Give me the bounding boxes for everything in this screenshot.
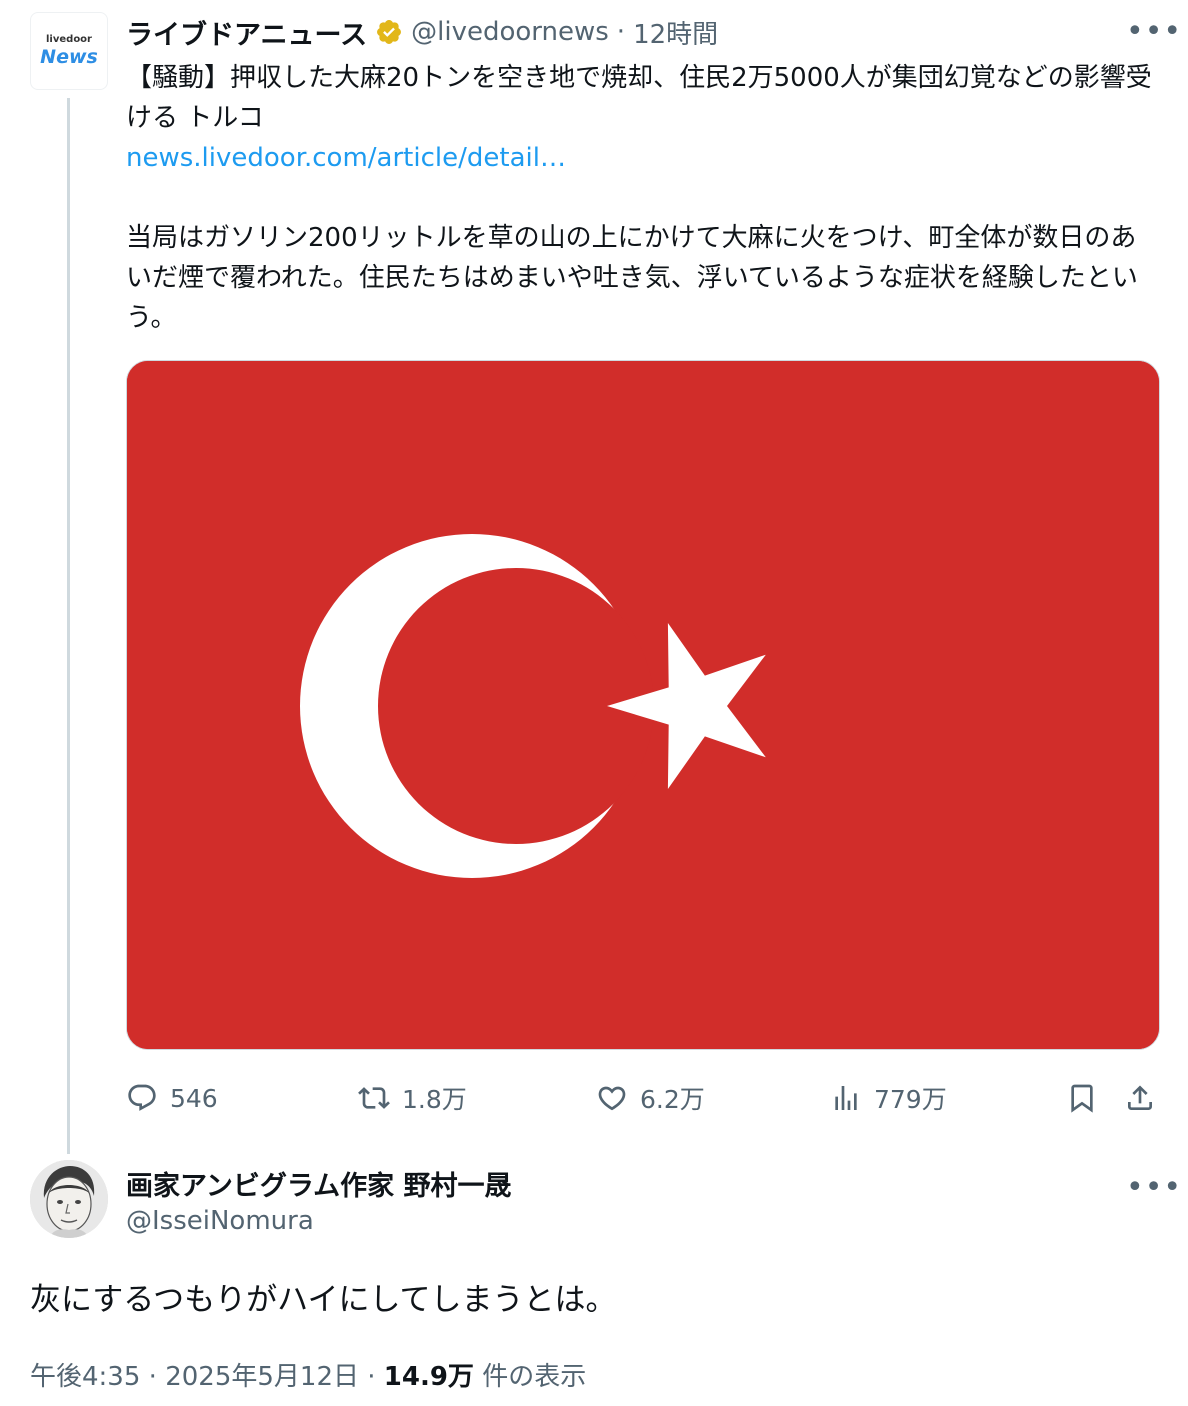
bookmark-button[interactable]	[1066, 1078, 1110, 1118]
parent-tweet-header: ライブドアニュース @livedoornews · 12時間	[126, 13, 718, 52]
reply-date[interactable]: 2025年5月12日	[165, 1362, 359, 1392]
tweet-action-bar: 546 1.8万 6.2万 779万	[126, 1078, 1160, 1118]
tweet-text-paragraph: 当局はガソリン200リットルを草の山の上にかけて大麻に火をつけ、町全体が数日のあ…	[126, 223, 1138, 333]
meta-separator: ·	[148, 1362, 157, 1392]
reply-tweet-text: 灰にするつもりがハイにしてしまうとは。	[30, 1282, 617, 1318]
livedoor-news-avatar[interactable]: livedoor News	[30, 12, 108, 90]
like-count: 6.2万	[640, 1085, 705, 1114]
reply-view-label: 件の表示	[482, 1362, 587, 1392]
parent-handle[interactable]: @livedoornews	[411, 17, 609, 47]
heart-icon	[598, 1086, 626, 1111]
like-button[interactable]: 6.2万	[596, 1078, 705, 1118]
reply-button[interactable]: 546	[126, 1078, 218, 1118]
share-icon	[1128, 1085, 1152, 1110]
reply-count: 546	[170, 1083, 218, 1113]
header-separator: ·	[616, 17, 626, 47]
analytics-icon	[835, 1086, 857, 1110]
avatar-text-news: News	[40, 46, 98, 68]
view-count: 779万	[874, 1085, 947, 1114]
retweet-button[interactable]: 1.8万	[358, 1078, 467, 1118]
reply-time[interactable]: 午後4:35	[30, 1362, 140, 1392]
parent-more-options-icon[interactable]: •••	[1126, 14, 1182, 49]
parent-display-name[interactable]: ライブドアニュース	[126, 13, 367, 52]
reply-display-name[interactable]: 画家アンビグラム作家 野村一晟	[126, 1164, 512, 1203]
meta-separator-2: ·	[367, 1362, 376, 1392]
parent-tweet-text: 【騒動】押収した大麻20トンを空き地で焼却、住民2万5000人が集団幻覚などの影…	[126, 58, 1156, 338]
turkish-flag-image	[127, 361, 1159, 1049]
verified-badge-icon	[377, 20, 402, 44]
isseinomura-avatar[interactable]	[30, 1160, 108, 1238]
portrait-sketch-image	[30, 1160, 108, 1238]
reply-meta-line: 午後4:35 · 2025年5月12日 · 14.9万 件の表示	[30, 1356, 586, 1393]
reply-icon	[128, 1084, 156, 1111]
avatar-text-livedoor: livedoor	[46, 34, 92, 45]
parent-timestamp[interactable]: 12時間	[633, 14, 718, 51]
retweet-count: 1.8万	[402, 1085, 467, 1114]
tweet-text-headline: 【騒動】押収した大麻20トンを空き地で焼却、住民2万5000人が集団幻覚などの影…	[126, 63, 1152, 133]
article-link[interactable]: news.livedoor.com/article/detail…	[126, 143, 566, 173]
reply-handle[interactable]: @IsseiNomura	[126, 1206, 314, 1236]
reply-view-count: 14.9万	[383, 1362, 474, 1392]
views-button[interactable]: 779万	[830, 1078, 947, 1118]
bookmark-icon	[1071, 1084, 1093, 1113]
reply-more-options-icon[interactable]: •••	[1126, 1170, 1182, 1205]
share-button[interactable]	[1124, 1078, 1168, 1118]
tweet-media-turkish-flag[interactable]	[126, 360, 1160, 1050]
thread-connector-line	[67, 98, 70, 1154]
retweet-icon	[358, 1087, 390, 1109]
